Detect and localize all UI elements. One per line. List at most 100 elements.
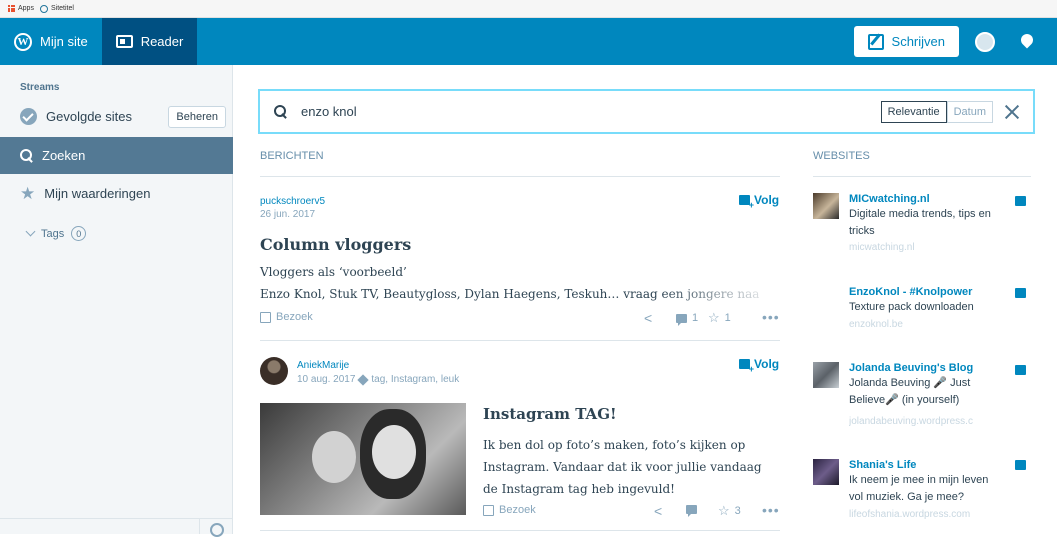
follow-icon: [739, 359, 754, 374]
write-button[interactable]: Schrijven: [853, 26, 959, 57]
comments-button[interactable]: 1: [676, 312, 698, 326]
tags-label: Tags: [41, 227, 65, 240]
tag-icon: [357, 373, 370, 386]
follow-label: Volg: [754, 357, 780, 371]
comments-button[interactable]: [686, 505, 697, 517]
search-icon: [20, 149, 33, 162]
write-label: Schrijven: [891, 34, 945, 49]
follow-site-icon[interactable]: [1015, 288, 1026, 298]
photo-shape: [372, 425, 416, 479]
website-description: Texture pack downloaden: [849, 301, 974, 313]
visit-label: Bezoek: [276, 311, 313, 323]
websites-heading: WEBSITES: [813, 150, 870, 162]
bookmark-apps[interactable]: Apps: [8, 5, 34, 12]
sidebar-item-followed-sites[interactable]: Gevolgde sites Beheren: [0, 98, 233, 135]
close-icon[interactable]: [1005, 105, 1019, 119]
post-date: 26 jun. 2017: [260, 209, 316, 220]
website-name[interactable]: Jolanda Beuving's Blog: [849, 362, 973, 374]
sort-toggle: Relevantie Datum: [880, 100, 993, 123]
post-tags[interactable]: tag, Instagram, leuk: [371, 374, 459, 385]
like-button[interactable]: ☆ 1: [708, 310, 731, 326]
share-button[interactable]: <: [644, 310, 652, 326]
website-name[interactable]: MICwatching.nl: [849, 193, 930, 205]
followed-sites-label: Gevolgde sites: [46, 109, 132, 124]
star-icon: ★: [20, 184, 36, 203]
post-title[interactable]: Column vloggers: [260, 235, 411, 254]
bookmark-sitetitel[interactable]: Sitetitel: [39, 4, 74, 13]
post-site-link[interactable]: AniekMarije: [297, 360, 349, 371]
reader-sidebar: Streams Gevolgde sites Beheren Zoeken ★ …: [0, 65, 233, 537]
sidebar-footer: [0, 518, 233, 537]
star-outline-icon: ☆: [708, 310, 720, 325]
reader-button[interactable]: Reader: [101, 18, 198, 65]
follow-site-icon[interactable]: [1015, 460, 1026, 470]
photo-shape: [312, 431, 356, 483]
sort-date-button[interactable]: Datum: [946, 100, 993, 123]
chevron-down-icon: [25, 226, 36, 237]
site-thumbnail[interactable]: [813, 362, 839, 388]
post-date: 10 aug. 2017: [297, 374, 356, 385]
post-excerpt-line: de Instagram tag heb ingevuld!: [483, 482, 675, 496]
likes-count: 1: [724, 312, 731, 324]
post-divider: [260, 340, 780, 341]
site-thumbnail[interactable]: [813, 459, 839, 485]
sidebar-item-likes[interactable]: ★ Mijn waarderingen: [0, 175, 233, 212]
reader-label: Reader: [140, 34, 184, 49]
website-name[interactable]: Shania's Life: [849, 459, 916, 471]
visit-label: Bezoek: [499, 504, 536, 516]
search-input[interactable]: enzo knol: [301, 104, 881, 119]
post-title[interactable]: Instagram TAG!: [483, 405, 617, 423]
reader-icon: [115, 35, 133, 48]
post-excerpt-line: Instagram. Vandaar dat ik voor jullie va…: [483, 460, 762, 474]
post-excerpt: Ik ben dol op foto’s maken, foto’s kijke…: [483, 434, 762, 500]
follow-site-icon[interactable]: [1015, 365, 1026, 375]
share-button[interactable]: <: [654, 503, 662, 519]
bookmarks-bar: Apps Sitetitel: [0, 0, 1057, 18]
search-label: Zoeken: [42, 148, 86, 163]
wordpress-logo-icon: W: [14, 32, 32, 51]
post-featured-image[interactable]: [260, 403, 466, 515]
post-divider: [260, 530, 780, 531]
visit-link[interactable]: Bezoek: [483, 504, 536, 516]
posts-heading: BERICHTEN: [260, 150, 324, 162]
ellipsis-icon: •••: [762, 309, 780, 325]
site-thumbnail[interactable]: [813, 193, 839, 219]
posts-heading-divider: [260, 176, 780, 177]
post-excerpt-line: Ik ben dol op foto’s maken, foto’s kijke…: [483, 438, 746, 452]
masterbar: W Mijn site Reader Schrijven: [0, 18, 1057, 65]
comment-icon: [676, 313, 687, 326]
my-site-button[interactable]: W Mijn site: [0, 18, 102, 65]
website-url: jolandabeuving.wordpress.c: [849, 416, 973, 427]
comment-icon: [686, 505, 697, 517]
post-site-link[interactable]: puckschroerv5: [260, 196, 325, 207]
manage-button[interactable]: Beheren: [168, 106, 226, 128]
follow-button[interactable]: Volg: [739, 357, 780, 374]
sort-relevance-button[interactable]: Relevantie: [880, 100, 947, 123]
more-button[interactable]: •••: [762, 309, 780, 325]
follow-icon: [739, 195, 754, 210]
follow-button[interactable]: Volg: [739, 193, 779, 210]
follow-site-icon[interactable]: [1015, 196, 1026, 206]
website-url: enzoknol.be: [849, 319, 903, 330]
likes-count: 3: [734, 505, 741, 517]
website-description: Ik neem je mee in mijn leven vol muziek.…: [849, 474, 989, 503]
notifications-icon[interactable]: [1019, 34, 1035, 50]
share-icon: <: [654, 503, 663, 519]
websites-heading-divider: [813, 176, 1031, 177]
visit-link[interactable]: Bezoek: [260, 311, 313, 323]
excerpt-fade: [660, 284, 780, 304]
sidebar-item-tags[interactable]: Tags 0: [25, 226, 87, 241]
bookmark-apps-label: Apps: [18, 5, 34, 12]
ellipsis-icon: •••: [762, 502, 780, 518]
website-url: lifeofshania.wordpress.com: [849, 509, 971, 520]
like-button[interactable]: ☆ 3: [718, 503, 741, 519]
website-description: Jolanda Beuving 🎤 Just Believe🎤 (in your…: [849, 377, 971, 406]
sidebar-item-search[interactable]: Zoeken: [0, 137, 233, 174]
profile-avatar[interactable]: [975, 31, 995, 52]
more-button[interactable]: •••: [762, 502, 780, 518]
post-excerpt-line: Vloggers als ‘voorbeeld’: [260, 265, 407, 279]
help-icon[interactable]: [199, 518, 233, 537]
website-name[interactable]: EnzoKnol - #Knolpower: [849, 286, 972, 298]
wordpress-icon: [39, 4, 48, 13]
author-avatar[interactable]: [260, 357, 288, 385]
